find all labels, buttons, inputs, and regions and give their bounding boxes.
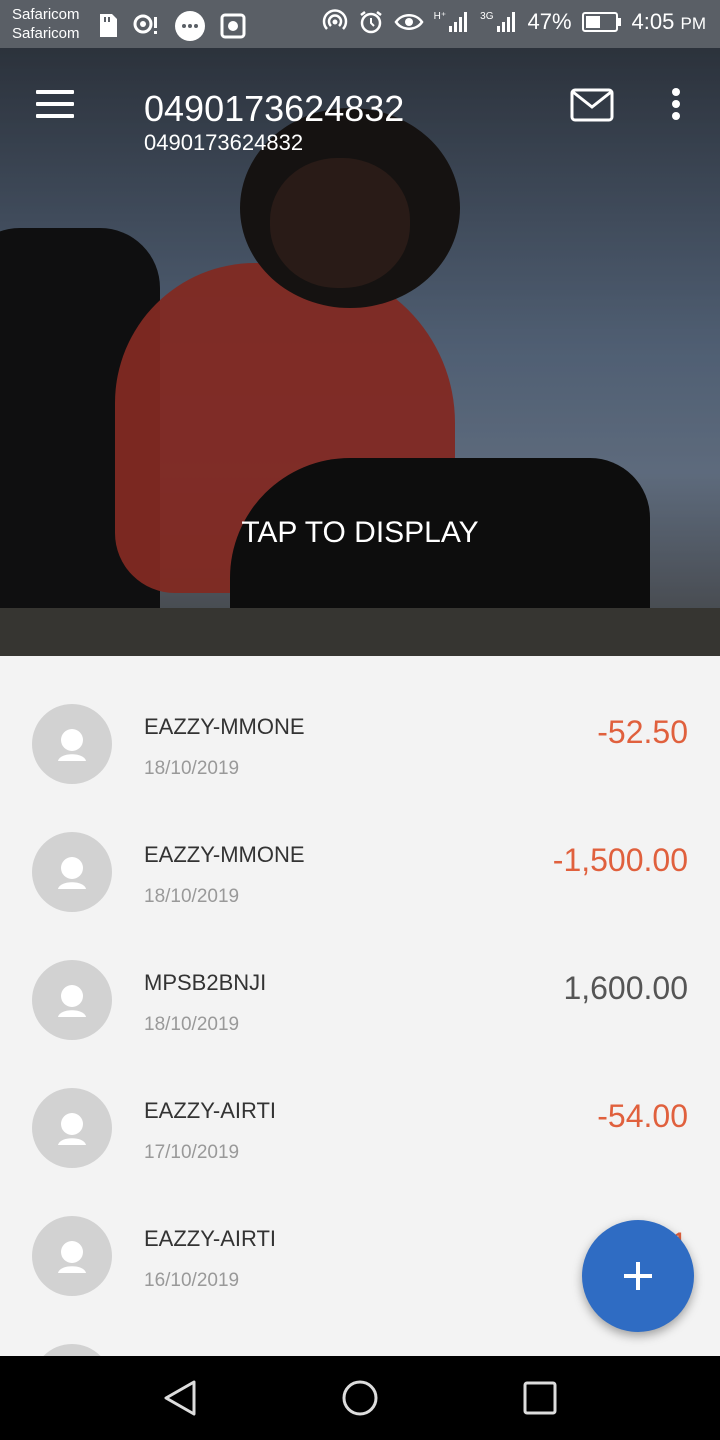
recents-button[interactable] xyxy=(516,1374,564,1422)
transaction-name: MPSB2BNJI xyxy=(144,970,267,995)
plus-icon xyxy=(624,1262,652,1290)
battery-icon xyxy=(581,12,621,32)
list-item[interactable]: MPSB2BNJI 18/10/2019 1,600.00 xyxy=(0,912,720,1040)
transaction-name: EAZZY-MMONE xyxy=(144,714,305,739)
alarm-icon xyxy=(359,11,382,34)
avatar xyxy=(32,1216,112,1296)
tap-to-display-label[interactable]: TAP TO DISPLAY xyxy=(0,516,720,550)
avatar xyxy=(32,960,112,1040)
carrier-labels: Safaricom Safaricom xyxy=(12,5,80,43)
photo-overlay xyxy=(0,48,720,656)
home-button[interactable] xyxy=(336,1374,384,1422)
more-options-button[interactable] xyxy=(664,84,688,124)
person-placeholder-icon xyxy=(58,985,86,1017)
network-type-2: 3G xyxy=(480,11,494,22)
account-title: 0490173624832 xyxy=(144,88,405,129)
back-button[interactable] xyxy=(156,1374,204,1422)
status-right: H⁺ 3G 47% 4:05 PM xyxy=(322,9,706,35)
transaction-date: 18/10/2019 xyxy=(144,1014,240,1035)
battery-percent: 47% xyxy=(527,9,572,34)
clock-time: 4:05 xyxy=(631,9,675,34)
signal-bars-2-icon xyxy=(496,12,515,32)
transaction-amount: -52.50 xyxy=(597,714,688,750)
avatar xyxy=(32,1088,112,1168)
person-placeholder-icon xyxy=(58,1113,86,1145)
vertical-dots-icon xyxy=(672,100,680,108)
transaction-date: 16/10/2019 xyxy=(144,1270,240,1291)
transaction-amount: 1,600.00 xyxy=(563,970,688,1006)
person-placeholder-icon xyxy=(58,729,86,761)
transaction-name: EAZZY-AIRTI xyxy=(144,1098,277,1123)
person-placeholder-icon xyxy=(58,857,86,889)
triangle-back-icon xyxy=(164,1380,196,1416)
eye-comfort-icon xyxy=(394,14,424,30)
hamburger-icon xyxy=(36,102,74,106)
square-recents-icon xyxy=(523,1381,557,1415)
location-alert-icon xyxy=(133,14,157,34)
transaction-date: 18/10/2019 xyxy=(144,758,240,779)
signal-bars-1-icon xyxy=(449,12,468,32)
clock: 4:05 PM xyxy=(632,9,706,35)
hotspot-icon xyxy=(322,9,347,30)
screenshot-icon xyxy=(220,13,246,39)
list-item[interactable]: EAZZY-AIRTI 17/10/2019 -54.00 xyxy=(0,1040,720,1168)
transaction-date: 17/10/2019 xyxy=(144,1142,240,1163)
navigation-bar xyxy=(0,1356,720,1440)
circle-home-icon xyxy=(342,1380,378,1416)
list-item[interactable]: EAZZY-MMONE 18/10/2019 -1,500.00 xyxy=(0,784,720,912)
avatar xyxy=(32,832,112,912)
transaction-name: EAZZY-MMONE xyxy=(144,842,305,867)
vertical-dots-icon xyxy=(672,112,680,120)
carrier-2: Safaricom xyxy=(12,25,80,42)
avatar xyxy=(32,1344,112,1356)
account-subtitle: 0490173624832 xyxy=(144,130,304,155)
hamburger-icon xyxy=(36,114,74,118)
transaction-amount: -54.00 xyxy=(597,1098,688,1134)
carrier-1: Safaricom xyxy=(12,6,80,23)
status-bar: Safaricom Safaricom H⁺ 3G 47% 4:05 PM xyxy=(0,0,720,48)
chat-bubble-icon xyxy=(175,11,205,41)
transaction-date: 18/10/2019 xyxy=(144,886,240,907)
list-item[interactable]: EAZZY-MMONE 18/10/2019 -52.50 xyxy=(0,656,720,784)
hamburger-icon xyxy=(36,90,74,94)
transaction-amount: -1,500.00 xyxy=(552,842,688,878)
menu-button[interactable] xyxy=(36,88,76,122)
signal-1: H⁺ xyxy=(434,11,471,33)
add-transaction-button[interactable] xyxy=(582,1220,694,1332)
messages-button[interactable] xyxy=(570,88,614,127)
header-photo[interactable] xyxy=(0,48,720,656)
sd-card-icon xyxy=(100,14,117,37)
avatar xyxy=(32,704,112,784)
transaction-name: EAZZY-AIRTI xyxy=(144,1226,277,1251)
signal-2: 3G xyxy=(480,11,517,33)
network-type-1: H⁺ xyxy=(433,11,447,22)
clock-ampm: PM xyxy=(680,14,707,33)
notification-icons xyxy=(96,10,246,42)
person-placeholder-icon xyxy=(58,1241,86,1273)
envelope-icon xyxy=(570,88,614,122)
vertical-dots-icon xyxy=(672,88,680,96)
